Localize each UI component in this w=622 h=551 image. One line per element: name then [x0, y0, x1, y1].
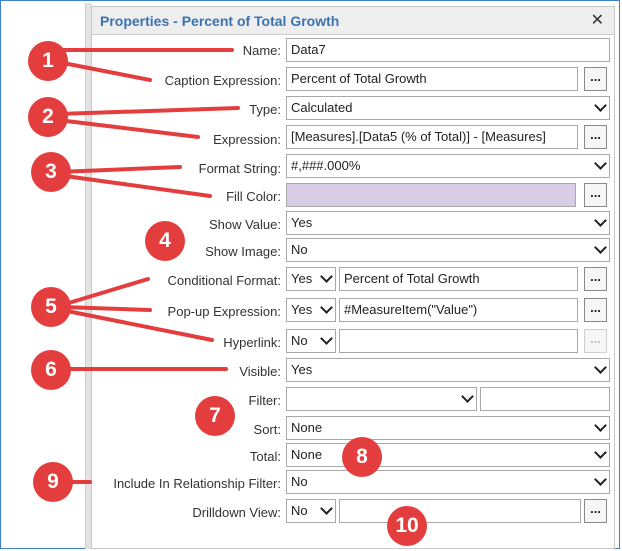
callout-badge-7: 7 [195, 396, 235, 436]
callout-badge-5: 5 [31, 287, 71, 327]
callout-badge-4: 4 [145, 221, 185, 261]
callout-badge-6: 6 [31, 350, 71, 390]
callout-badge-3: 3 [31, 152, 71, 192]
callout-badge-10: 10 [387, 506, 427, 546]
callout-badge-8: 8 [342, 437, 382, 477]
annotation-arrows [56, 48, 240, 484]
callout-badge-9: 9 [33, 462, 73, 502]
callout-badge-1: 1 [28, 41, 68, 81]
callout-badge-2: 2 [28, 97, 68, 137]
